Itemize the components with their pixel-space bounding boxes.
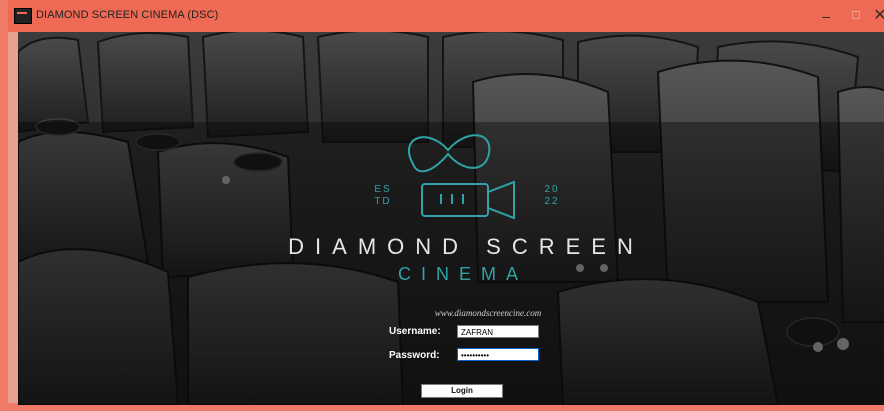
password-input[interactable]: •••••••••• (457, 348, 539, 361)
logo-year-text: 20 22 (542, 184, 562, 208)
login-panel: ES TD 20 22 DIAMOND SCREEN CINEMA www.di… (18, 32, 884, 405)
logo-year-line1: 20 (544, 184, 560, 195)
logo-est-text: ES TD (371, 184, 395, 208)
username-input[interactable]: ZAFRAN (457, 325, 539, 338)
title-bar[interactable]: DIAMOND SCREEN CINEMA (DSC) – ☐ ✕ (8, 0, 884, 32)
logo-est-line2: TD (374, 196, 392, 207)
window-title: DIAMOND SCREEN CINEMA (DSC) (36, 9, 219, 21)
logo-est-line1: ES (374, 184, 392, 195)
theatre-seats-background (18, 32, 884, 405)
password-label: Password: (389, 350, 440, 361)
username-label: Username: (389, 326, 441, 337)
minimize-button[interactable]: – (811, 4, 841, 28)
login-button[interactable]: Login (421, 384, 503, 398)
brand-subtitle: CINEMA (397, 264, 528, 284)
close-button[interactable]: ✕ (865, 4, 884, 28)
website-text: www.diamondscreencine.com (434, 308, 542, 318)
app-icon (14, 8, 32, 24)
logo-year-line2: 22 (544, 196, 560, 207)
app-window: DIAMOND SCREEN CINEMA (DSC) – ☐ ✕ ES TD … (0, 0, 884, 411)
brand-title: DIAMOND SCREEN (288, 234, 644, 259)
